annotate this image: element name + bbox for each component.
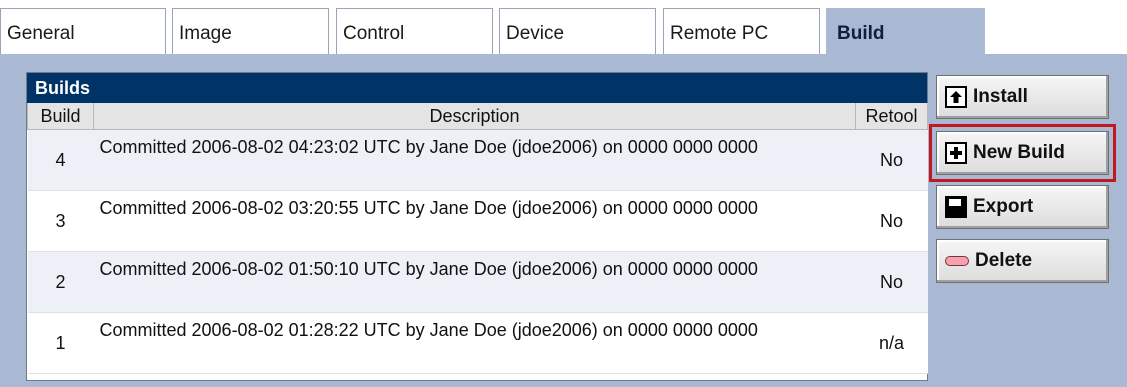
plus-icon xyxy=(945,142,967,164)
table-row[interactable]: 4 Committed 2006-08-02 04:23:02 UTC by J… xyxy=(27,129,928,191)
table-row[interactable]: 2 Committed 2006-08-02 01:50:10 UTC by J… xyxy=(27,251,928,313)
build-retool: n/a xyxy=(855,312,928,374)
new-build-button[interactable]: New Build xyxy=(929,124,1116,182)
install-label: Install xyxy=(973,86,1028,107)
new-build-label: New Build xyxy=(973,142,1065,163)
tab-label: General xyxy=(7,23,75,44)
tab-label: Control xyxy=(343,23,405,44)
column-header-description[interactable]: Description xyxy=(93,103,856,130)
table-row[interactable]: 3 Committed 2006-08-02 03:20:55 UTC by J… xyxy=(27,190,928,252)
tab-image[interactable]: Image xyxy=(172,8,329,54)
export-label: Export xyxy=(973,196,1034,217)
delete-button[interactable]: Delete xyxy=(936,239,1109,283)
tab-bar: General Image Control Device Remote PC B… xyxy=(0,8,1127,62)
tab-device[interactable]: Device xyxy=(499,8,656,54)
build-description: Committed 2006-08-02 01:50:10 UTC by Jan… xyxy=(93,251,856,313)
tab-label: Device xyxy=(506,23,565,44)
build-retool: No xyxy=(855,190,928,252)
tab-general[interactable]: General xyxy=(0,8,166,54)
arrow-up-icon xyxy=(945,86,967,108)
save-disk-icon xyxy=(945,196,967,218)
delete-label: Delete xyxy=(975,250,1033,271)
build-description: Committed 2006-08-02 03:20:55 UTC by Jan… xyxy=(93,190,856,252)
builds-grid-title: Builds xyxy=(27,73,927,103)
builds-grid: Builds Build Description Retool 4 Commit… xyxy=(26,72,928,381)
tab-remote-pc[interactable]: Remote PC xyxy=(663,8,820,54)
build-retool: No xyxy=(855,129,928,191)
minus-icon xyxy=(945,256,969,266)
build-number: 2 xyxy=(27,251,94,313)
build-number: 4 xyxy=(27,129,94,191)
tab-control[interactable]: Control xyxy=(336,8,493,54)
build-number: 1 xyxy=(27,312,94,374)
build-panel: Builds Build Description Retool 4 Commit… xyxy=(0,54,1127,387)
build-number: 3 xyxy=(27,190,94,252)
column-header-retool[interactable]: Retool xyxy=(855,103,928,130)
tab-build[interactable]: Build xyxy=(826,8,985,54)
table-row[interactable]: 1 Committed 2006-08-02 01:28:22 UTC by J… xyxy=(27,312,928,374)
build-description: Committed 2006-08-02 04:23:02 UTC by Jan… xyxy=(93,129,856,191)
tab-label: Image xyxy=(179,23,232,44)
builds-table: Build Description Retool 4 Committed 200… xyxy=(27,103,928,374)
build-description: Committed 2006-08-02 01:28:22 UTC by Jan… xyxy=(93,312,856,374)
build-retool: No xyxy=(855,251,928,313)
install-button[interactable]: Install xyxy=(936,75,1109,119)
column-header-build[interactable]: Build xyxy=(27,103,94,130)
tab-label: Remote PC xyxy=(670,23,769,44)
tab-label: Build xyxy=(837,23,885,44)
export-button[interactable]: Export xyxy=(936,185,1109,229)
